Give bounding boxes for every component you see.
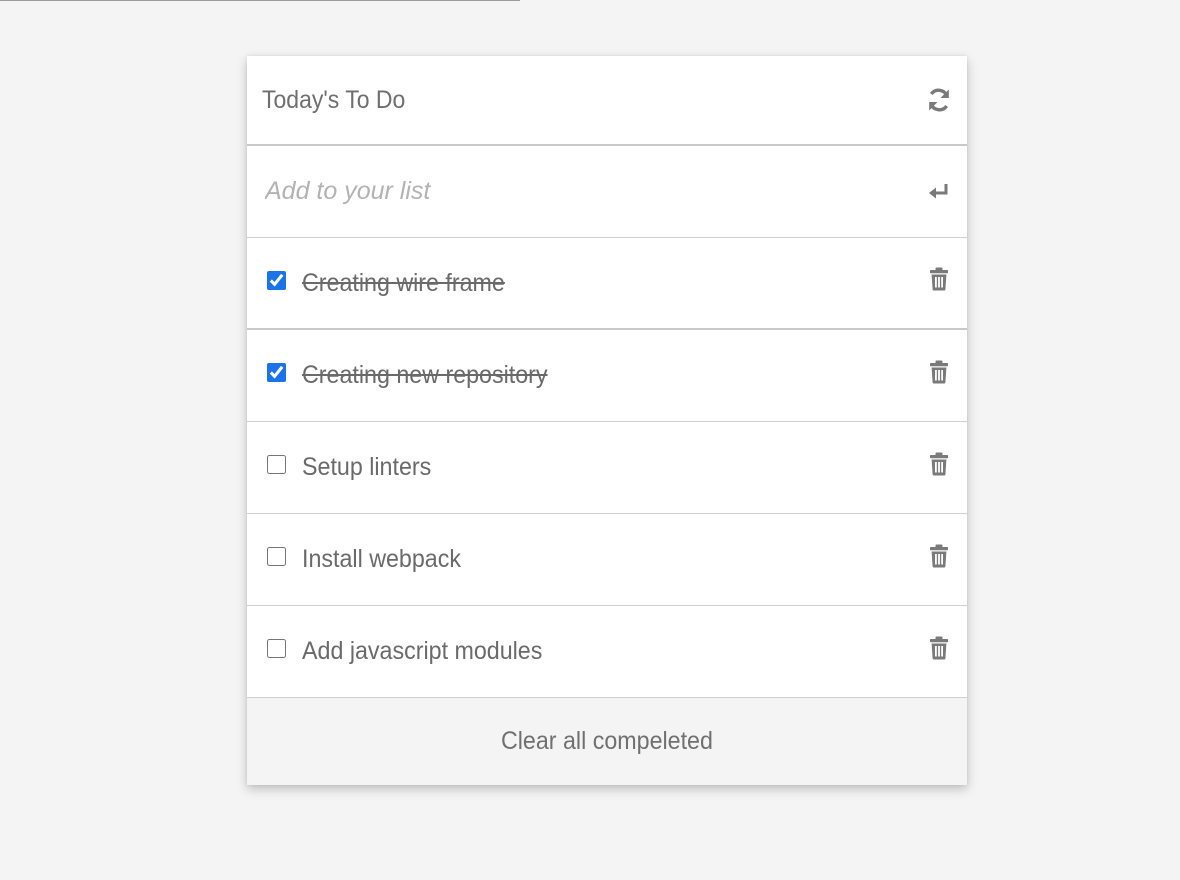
- task-label: Install webpack: [302, 545, 461, 573]
- clear-completed-label: Clear all compeleted: [501, 727, 713, 755]
- submit-task-button[interactable]: [925, 178, 953, 206]
- task-row: Add javascript modules: [247, 606, 967, 698]
- trash-icon: [930, 267, 948, 291]
- task-row: Creating new repository: [247, 330, 967, 422]
- add-task-row: [247, 146, 967, 238]
- task-row: Setup linters: [247, 422, 967, 514]
- task-label: Add javascript modules: [302, 637, 543, 665]
- delete-task-button[interactable]: [925, 450, 953, 478]
- task-row: Install webpack: [247, 514, 967, 606]
- task-label: Setup linters: [302, 453, 432, 481]
- delete-task-button[interactable]: [925, 265, 953, 293]
- refresh-icon: [929, 88, 949, 112]
- top-divider: [0, 0, 520, 1]
- page-title: Today's To Do: [262, 85, 406, 114]
- enter-icon: [929, 183, 948, 198]
- todo-card: Today's To Do Creating wire frame: [247, 56, 967, 785]
- todo-header: Today's To Do: [247, 56, 967, 146]
- refresh-button[interactable]: [925, 86, 953, 114]
- task-checkbox[interactable]: [267, 547, 286, 566]
- task-checkbox[interactable]: [267, 455, 286, 474]
- delete-task-button[interactable]: [925, 634, 953, 662]
- trash-icon: [930, 452, 948, 475]
- trash-icon: [930, 544, 948, 567]
- trash-icon: [930, 360, 948, 383]
- delete-task-button[interactable]: [925, 542, 953, 570]
- task-label: Creating new repository: [302, 361, 548, 389]
- trash-icon: [930, 636, 948, 659]
- task-checkbox[interactable]: [267, 639, 286, 658]
- task-checkbox[interactable]: [267, 270, 286, 290]
- task-checkbox[interactable]: [267, 363, 286, 382]
- add-task-input[interactable]: [265, 177, 925, 206]
- delete-task-button[interactable]: [925, 358, 953, 386]
- clear-completed-button[interactable]: Clear all compeleted: [247, 697, 967, 785]
- task-list: Creating wire frame Creating new reposit…: [247, 238, 967, 698]
- task-label: Creating wire frame: [302, 268, 505, 297]
- task-row: Creating wire frame: [247, 238, 967, 330]
